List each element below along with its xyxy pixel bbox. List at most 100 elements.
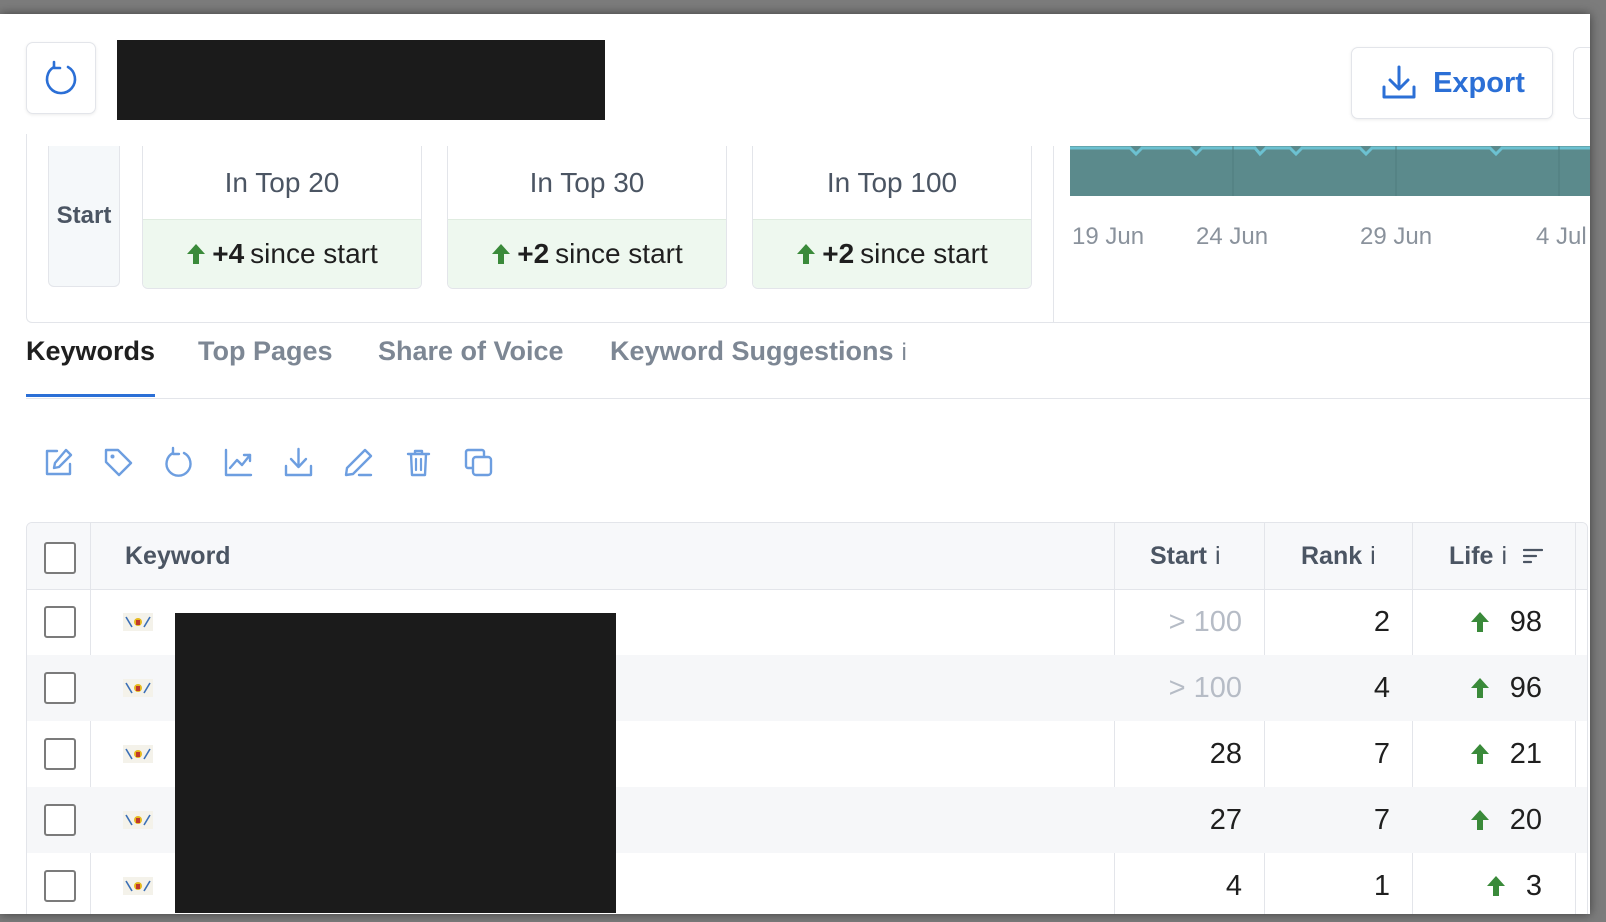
sort-icon[interactable] xyxy=(1523,547,1544,565)
info-icon[interactable]: i xyxy=(902,339,907,366)
info-icon[interactable]: i xyxy=(1215,542,1221,571)
refresh-icon xyxy=(165,446,192,477)
download-button[interactable] xyxy=(282,446,315,479)
tile-title: In Top 30 xyxy=(529,166,645,198)
delta-value: +4 xyxy=(212,238,245,269)
arrow-up-icon xyxy=(1486,876,1505,896)
life-change: 98 xyxy=(1412,589,1542,655)
keyword-toolbar xyxy=(42,446,495,486)
life-value: 21 xyxy=(1509,737,1542,770)
life-change: 3 xyxy=(1412,853,1542,914)
refresh-icon xyxy=(45,60,77,95)
more-button[interactable] xyxy=(1573,47,1590,119)
flag-icon xyxy=(123,877,153,895)
redacted-keywords xyxy=(175,613,616,913)
arrow-up-icon xyxy=(1470,810,1489,830)
top20-tile[interactable]: In Top 20 +4 since start xyxy=(142,146,422,289)
row-checkbox[interactable] xyxy=(44,672,76,704)
tab-top-pages[interactable]: Top Pages xyxy=(198,336,333,394)
tag-button[interactable] xyxy=(102,446,135,479)
tile-delta: +4 since start xyxy=(143,219,421,288)
flag-icon xyxy=(123,811,153,829)
column-label: Rank xyxy=(1301,541,1363,570)
ranking-chart[interactable]: 19 Jun 24 Jun 29 Jun 4 Jul xyxy=(1070,146,1590,266)
chart-area-fill xyxy=(1070,146,1590,196)
row-checkbox[interactable] xyxy=(44,606,76,638)
redacted-project-title xyxy=(117,40,605,120)
delta-value: +2 xyxy=(822,238,855,269)
refresh-keywords-button[interactable] xyxy=(162,446,195,479)
column-keyword[interactable]: Keyword xyxy=(125,523,231,589)
tile-delta: +2 since start xyxy=(753,219,1031,288)
pencil-icon xyxy=(344,448,373,477)
current-rank: 1 xyxy=(1373,869,1390,902)
life-change: 96 xyxy=(1412,655,1542,721)
arrow-up-icon xyxy=(1470,744,1489,764)
edit-icon xyxy=(45,448,73,476)
life-value: 20 xyxy=(1509,803,1542,836)
column-start[interactable]: Start i xyxy=(1150,523,1221,589)
current-rank: 2 xyxy=(1373,605,1390,638)
arrow-up-icon xyxy=(797,244,816,264)
delta-suffix: since start xyxy=(250,238,378,269)
info-icon[interactable]: i xyxy=(1501,542,1507,571)
select-all-checkbox[interactable] xyxy=(44,542,76,574)
current-rank: 7 xyxy=(1373,803,1390,836)
delta-suffix: since start xyxy=(555,238,683,269)
life-value: 96 xyxy=(1509,671,1542,704)
top30-tile[interactable]: In Top 30 +2 since start xyxy=(447,146,727,289)
current-rank: 4 xyxy=(1373,671,1390,704)
edit-button[interactable] xyxy=(42,446,75,479)
column-rank[interactable]: Rank i xyxy=(1301,523,1376,589)
start-rank: 27 xyxy=(1209,803,1242,836)
chart-x-tick: 24 Jun xyxy=(1196,223,1268,250)
flag-icon xyxy=(123,679,153,697)
download-icon xyxy=(1382,65,1416,99)
stats-divider xyxy=(1053,146,1054,322)
delta-value: +2 xyxy=(517,238,550,269)
tag-icon xyxy=(104,448,133,477)
arrow-up-icon xyxy=(187,244,206,264)
column-label: Start xyxy=(1150,541,1207,570)
tile-title: In Top 20 xyxy=(224,166,340,198)
arrow-up-icon xyxy=(1470,678,1489,698)
refresh-button[interactable] xyxy=(26,42,96,114)
column-label: Life xyxy=(1449,541,1494,570)
column-life[interactable]: Life i xyxy=(1449,523,1544,589)
download-icon xyxy=(284,447,313,477)
rename-button[interactable] xyxy=(342,446,375,479)
flag-icon xyxy=(123,613,153,631)
chart-x-tick: 19 Jun xyxy=(1072,223,1144,250)
copy-icon xyxy=(464,448,493,477)
life-change: 21 xyxy=(1412,721,1542,787)
delete-button[interactable] xyxy=(402,446,435,479)
current-rank: 7 xyxy=(1373,737,1390,770)
tab-share-of-voice[interactable]: Share of Voice xyxy=(378,336,564,394)
table-header: Keyword Start i Rank i Life i xyxy=(27,523,1587,590)
top100-tile[interactable]: In Top 100 +2 since start xyxy=(752,146,1032,289)
info-icon[interactable]: i xyxy=(1370,542,1376,571)
keywords-table: Keyword Starti Ranki Lifei > 100 2 98 xyxy=(26,522,1588,914)
start-rank: > 100 xyxy=(1168,671,1242,704)
start-tile[interactable]: Start xyxy=(48,146,120,287)
app-window: Export Start In Top 20 +4 since start In… xyxy=(0,14,1590,914)
export-button[interactable]: Export xyxy=(1351,47,1553,119)
row-checkbox[interactable] xyxy=(44,804,76,836)
tab-keyword-suggestions[interactable]: Keyword Suggestions i xyxy=(610,336,907,394)
chart-x-tick: 29 Jun xyxy=(1360,223,1432,250)
life-value: 3 xyxy=(1525,869,1542,902)
tab-label: Keyword Suggestions xyxy=(610,336,894,366)
tab-bar: Keywords Top Pages Share of Voice Keywor… xyxy=(26,336,1590,399)
copy-button[interactable] xyxy=(462,446,495,479)
tab-keywords[interactable]: Keywords xyxy=(26,336,156,397)
flag-icon xyxy=(123,745,153,763)
start-label: Start xyxy=(56,202,112,229)
row-checkbox[interactable] xyxy=(44,870,76,902)
tile-delta: +2 since start xyxy=(448,219,726,288)
chart-x-tick: 4 Jul xyxy=(1536,223,1587,250)
start-rank: 4 xyxy=(1225,869,1242,902)
life-value: 98 xyxy=(1509,605,1542,638)
row-checkbox[interactable] xyxy=(44,738,76,770)
chart-button[interactable] xyxy=(222,446,255,479)
delta-suffix: since start xyxy=(860,238,988,269)
